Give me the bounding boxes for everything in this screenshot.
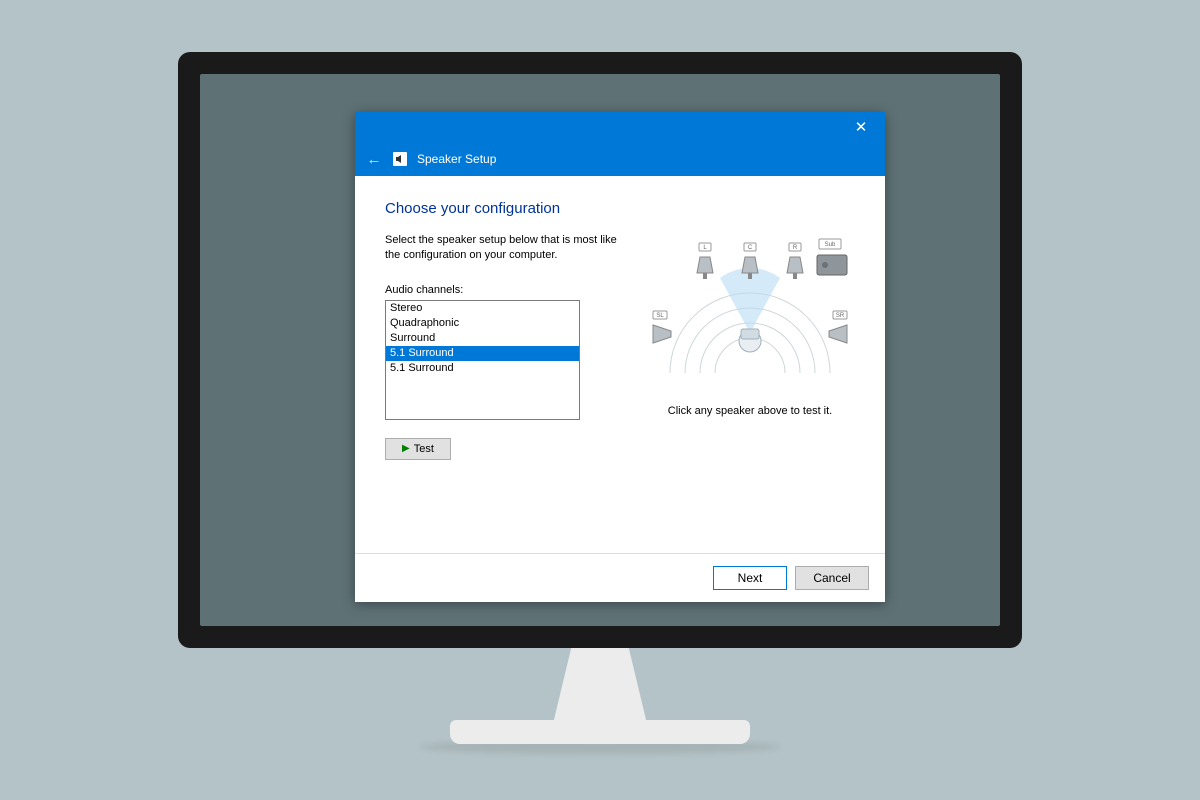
back-icon[interactable]: ← [365, 151, 383, 168]
dialog-content: Choose your configuration Select the spe… [355, 176, 885, 553]
speaker-setup-dialog: ✕ ← Speaker Setup Choose your configurat… [355, 112, 885, 602]
speaker-sub[interactable]: Sub [817, 239, 847, 275]
channel-option[interactable]: 5.1 Surround [386, 361, 579, 376]
speaker-sr[interactable]: SR [829, 311, 847, 343]
monitor-frame: ✕ ← Speaker Setup Choose your configurat… [178, 52, 1022, 648]
test-button-label: Test [414, 443, 434, 455]
speaker-l[interactable]: L [697, 243, 713, 279]
svg-text:SL: SL [656, 313, 664, 319]
list-label: Audio channels: [385, 284, 617, 296]
close-icon[interactable]: ✕ [849, 118, 873, 136]
test-button[interactable]: ▶ Test [385, 438, 451, 460]
titlebar-top: ✕ [355, 112, 885, 142]
channel-option[interactable]: 5.1 Surround [386, 346, 579, 361]
monitor-screen: ✕ ← Speaker Setup Choose your configurat… [200, 74, 1000, 626]
next-button[interactable]: Next [713, 566, 787, 590]
channel-option[interactable]: Stereo [386, 301, 579, 316]
channel-option[interactable]: Surround [386, 331, 579, 346]
speaker-icon [393, 152, 407, 166]
speaker-sl[interactable]: SL [653, 311, 671, 343]
diagram-hint: Click any speaker above to test it. [645, 405, 855, 417]
speaker-r[interactable]: R [787, 243, 803, 279]
instruction-text: Select the speaker setup below that is m… [385, 233, 617, 264]
svg-text:SR: SR [836, 313, 845, 319]
channel-option[interactable]: Quadraphonic [386, 316, 579, 331]
monitor-neck [552, 648, 648, 728]
svg-text:Sub: Sub [825, 242, 836, 248]
dialog-footer: Next Cancel [355, 553, 885, 602]
svg-text:C: C [748, 245, 753, 251]
page-heading: Choose your configuration [385, 200, 855, 217]
cancel-button[interactable]: Cancel [795, 566, 869, 590]
speaker-diagram[interactable]: L C [645, 233, 855, 393]
svg-text:R: R [793, 245, 798, 251]
window-title: Speaker Setup [417, 152, 496, 166]
play-icon: ▶ [402, 443, 410, 454]
titlebar-nav: ← Speaker Setup [355, 142, 885, 176]
svg-text:L: L [703, 245, 707, 251]
audio-channels-listbox[interactable]: StereoQuadraphonicSurround5.1 Surround5.… [385, 300, 580, 420]
